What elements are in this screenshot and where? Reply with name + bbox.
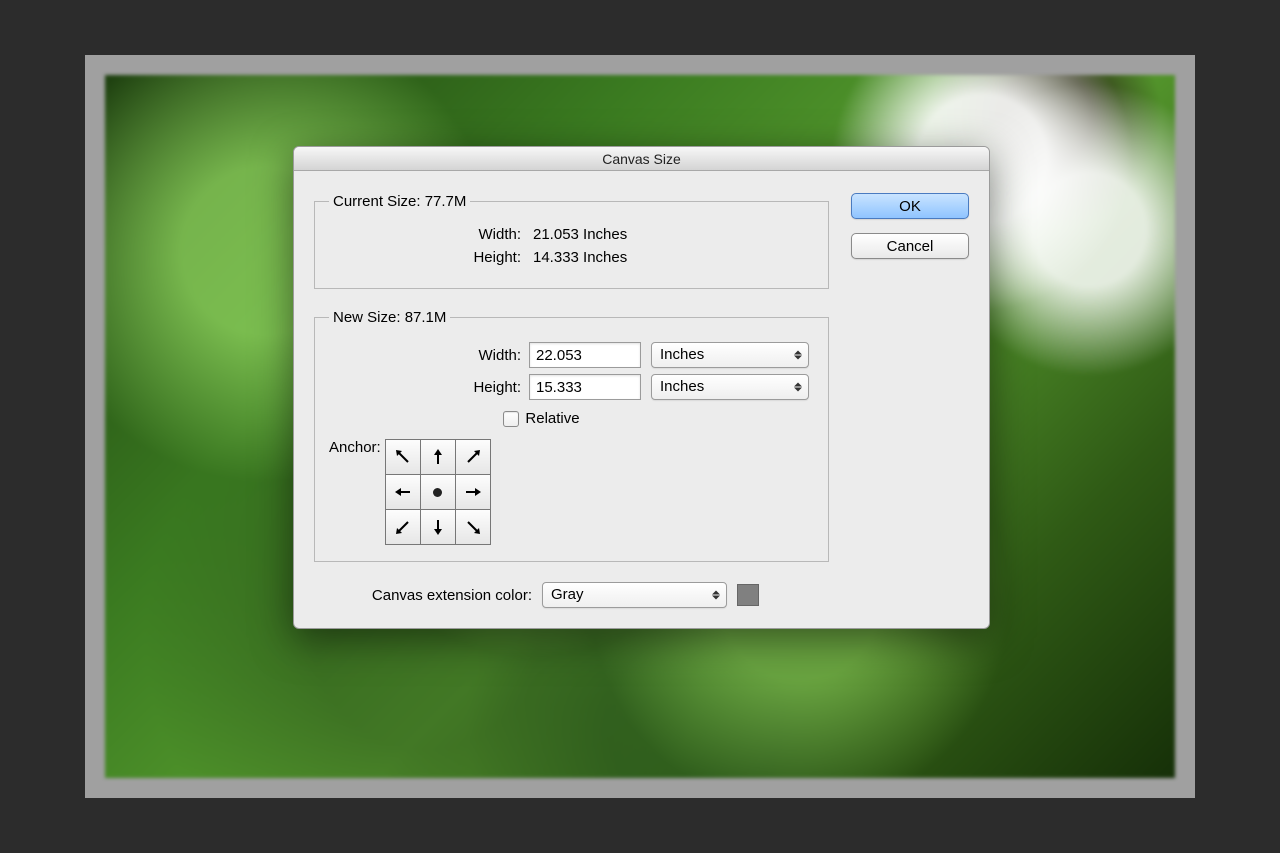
current-size-group: Current Size: 77.7M Width: 21.053 Inches… [314,193,829,289]
extension-color-swatch[interactable] [737,584,759,606]
current-size-legend: Current Size: 77.7M [329,193,470,210]
anchor-ne[interactable] [456,440,490,474]
current-height-label: Height: [329,249,529,266]
relative-label: Relative [525,410,579,427]
new-height-input[interactable] [529,374,641,400]
ok-button[interactable]: OK [851,193,969,219]
anchor-e[interactable] [456,475,490,509]
new-size-group: New Size: 87.1M Width: Inches Height: In… [314,309,829,562]
width-unit-value: Inches [651,342,809,368]
new-width-label: Width: [329,347,529,364]
current-height-value: 14.333 Inches [529,249,627,266]
new-width-input[interactable] [529,342,641,368]
extension-color-label: Canvas extension color: [314,587,532,604]
canvas-size-dialog: Canvas Size Current Size: 77.7M Width: 2… [293,146,990,629]
new-size-legend: New Size: 87.1M [329,309,450,326]
anchor-w[interactable] [386,475,420,509]
current-width-label: Width: [329,226,529,243]
anchor-sw[interactable] [386,510,420,544]
height-unit-select[interactable]: Inches [651,374,809,400]
height-unit-value: Inches [651,374,809,400]
dialog-titlebar: Canvas Size [294,147,989,171]
anchor-grid [385,439,491,545]
anchor-nw[interactable] [386,440,420,474]
extension-color-value: Gray [542,582,727,608]
current-width-value: 21.053 Inches [529,226,627,243]
anchor-se[interactable] [456,510,490,544]
cancel-button[interactable]: Cancel [851,233,969,259]
anchor-n[interactable] [421,440,455,474]
relative-checkbox[interactable] [503,411,519,427]
anchor-s[interactable] [421,510,455,544]
anchor-label: Anchor: [329,439,381,456]
extension-color-select[interactable]: Gray [542,582,727,608]
new-height-label: Height: [329,379,529,396]
dialog-title: Canvas Size [602,151,681,167]
width-unit-select[interactable]: Inches [651,342,809,368]
anchor-center[interactable] [421,475,455,509]
